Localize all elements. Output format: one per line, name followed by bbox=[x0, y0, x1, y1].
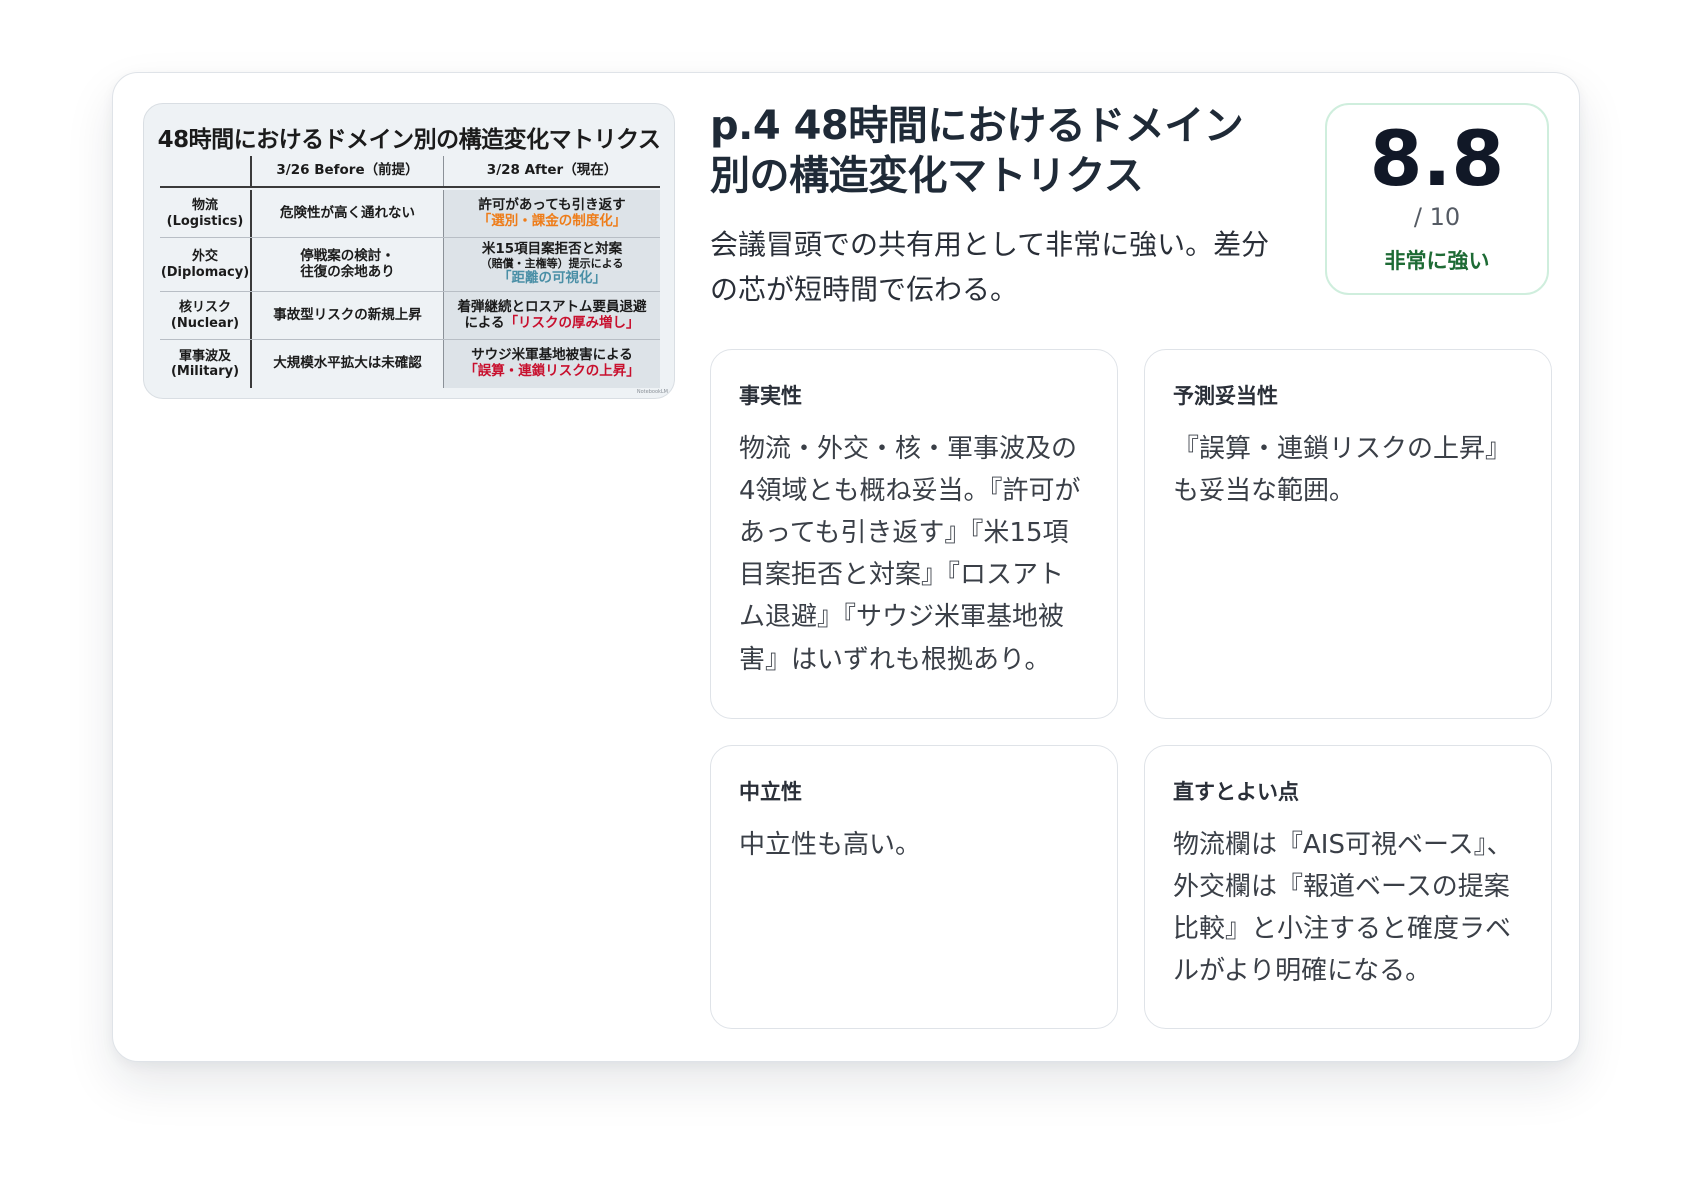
after-highlight: 「選別・課金の制度化」 bbox=[477, 212, 627, 229]
panel-title: 予測妥当性 bbox=[1173, 384, 1278, 408]
matrix-header-row: 3/26 Before（前提） 3/28 After（現在） bbox=[160, 156, 660, 188]
after-text: 着弾継続とロスアトム要員退避 bbox=[457, 298, 647, 315]
matrix-header-domain bbox=[160, 156, 250, 186]
after-highlight: 「誤算・連鎖リスクの上昇」 bbox=[464, 363, 640, 379]
domain-name-en: (Military) bbox=[170, 364, 240, 379]
neutrality-panel: 中立性 中立性も高い。 bbox=[710, 745, 1118, 1029]
matrix-after-cell: 許可があっても引き返す 「選別・課金の制度化」 bbox=[443, 190, 660, 237]
after-text: 許可があっても引き返す bbox=[478, 196, 626, 213]
matrix-row-logistics: 物流 (Logistics) 危険性が高く通れない 許可があっても引き返す 「選… bbox=[160, 190, 660, 238]
matrix-domain-cell: 核リスク (Nuclear) bbox=[160, 292, 250, 339]
slide-title: 48時間におけるドメイン別の構造変化マトリクス bbox=[157, 127, 661, 153]
after-text: サウジ米軍基地被害による bbox=[471, 347, 633, 364]
panel-body: 物流・外交・核・軍事波及の4領域とも概ね妥当。『許可があっても引き返す』『米15… bbox=[739, 434, 1081, 675]
domain-name: 外交 bbox=[191, 249, 218, 265]
score-label: 非常に強い bbox=[1384, 249, 1490, 273]
matrix-row-nuclear: 核リスク (Nuclear) 事故型リスクの新規上昇 着弾継続とロスアトム要員退… bbox=[160, 292, 660, 340]
matrix-before-cell: 停戦案の検討・ 往復の余地あり bbox=[250, 238, 443, 291]
before-text: 危険性が高く通れない bbox=[280, 204, 415, 221]
before-text: 事故型リスクの新規上昇 bbox=[273, 306, 422, 323]
score-value: 8.8 bbox=[1369, 114, 1505, 203]
score-max: / 10 bbox=[1413, 203, 1461, 231]
matrix-table: 3/26 Before（前提） 3/28 After（現在） 物流 (Logis… bbox=[160, 156, 660, 388]
before-text: 大規模水平拡大は未確認 bbox=[273, 355, 422, 372]
matrix-row-diplomacy: 外交 (Diplomacy) 停戦案の検討・ 往復の余地あり 米15項目案拒否と… bbox=[160, 238, 660, 292]
domain-name: 軍事波及 bbox=[178, 348, 231, 364]
prediction-validity-panel: 予測妥当性 『誤算・連鎖リスクの上昇』も妥当な範囲。 bbox=[1144, 349, 1552, 719]
panel-title: 直すとよい点 bbox=[1173, 780, 1299, 804]
domain-name: 物流 bbox=[191, 198, 218, 214]
matrix-after-cell: 米15項目案拒否と対案 （賠償・主権等）提示による 「距離の可視化」 bbox=[443, 238, 660, 291]
matrix-header-before: 3/26 Before（前提） bbox=[250, 156, 443, 186]
panel-body: 物流欄は『AIS可視ベース』、外交欄は『報道ベースの提案比較』と小注すると確度ラ… bbox=[1173, 830, 1513, 987]
page-title: p.4 48時間におけるドメイン別の構造変化マトリクス bbox=[710, 103, 1244, 200]
panel-title: 中立性 bbox=[739, 780, 802, 804]
slide-thumbnail[interactable]: 48時間におけるドメイン別の構造変化マトリクス 3/26 Before（前提） … bbox=[143, 103, 675, 399]
improvements-panel: 直すとよい点 物流欄は『AIS可視ベース』、外交欄は『報道ベースの提案比較』と小… bbox=[1144, 745, 1552, 1029]
matrix-before-cell: 事故型リスクの新規上昇 bbox=[250, 292, 443, 339]
summary-text: 会議冒頭での共有用として非常に強い。差分の芯が短時間で伝わる。 bbox=[710, 228, 1270, 306]
matrix-before-cell: 大規模水平拡大は未確認 bbox=[250, 340, 443, 388]
domain-name-en: (Logistics) bbox=[166, 213, 244, 229]
after-highlight: 「距離の可視化」 bbox=[498, 269, 606, 286]
domain-name-en: (Diplomacy) bbox=[160, 264, 250, 280]
domain-name-en: (Nuclear) bbox=[170, 315, 240, 331]
matrix-domain-cell: 軍事波及 (Military) bbox=[160, 340, 250, 388]
matrix-after-cell: 着弾継続とロスアトム要員退避 による「リスクの厚み増し」 bbox=[443, 292, 660, 339]
before-text: 停戦案の検討・ bbox=[300, 247, 395, 264]
panel-body: 『誤算・連鎖リスクの上昇』も妥当な範囲。 bbox=[1173, 434, 1512, 507]
score-badge: 8.8 / 10 非常に強い bbox=[1325, 103, 1549, 295]
matrix-after-cell: サウジ米軍基地被害による 「誤算・連鎖リスクの上昇」 bbox=[443, 340, 660, 388]
matrix-before-cell: 危険性が高く通れない bbox=[250, 190, 443, 237]
matrix-domain-cell: 物流 (Logistics) bbox=[160, 190, 250, 237]
after-highlight: 「リスクの厚み増し」 bbox=[504, 314, 640, 331]
matrix-row-military: 軍事波及 (Military) 大規模水平拡大は未確認 サウジ米軍基地被害による… bbox=[160, 340, 660, 388]
panel-title: 事実性 bbox=[739, 384, 802, 408]
after-text: による bbox=[464, 314, 505, 331]
slide-watermark: NotebookLM bbox=[636, 389, 668, 395]
evaluation-card: 48時間におけるドメイン別の構造変化マトリクス 3/26 Before（前提） … bbox=[112, 72, 1580, 1062]
matrix-domain-cell: 外交 (Diplomacy) bbox=[160, 238, 250, 291]
domain-name: 核リスク bbox=[178, 300, 231, 316]
matrix-header-after: 3/28 After（現在） bbox=[443, 156, 660, 186]
factuality-panel: 事実性 物流・外交・核・軍事波及の4領域とも概ね妥当。『許可があっても引き返す』… bbox=[710, 349, 1118, 719]
after-text: 米15項目案拒否と対案 bbox=[481, 241, 623, 258]
panel-body: 中立性も高い。 bbox=[739, 830, 922, 860]
before-text: 往復の余地あり bbox=[300, 263, 395, 280]
